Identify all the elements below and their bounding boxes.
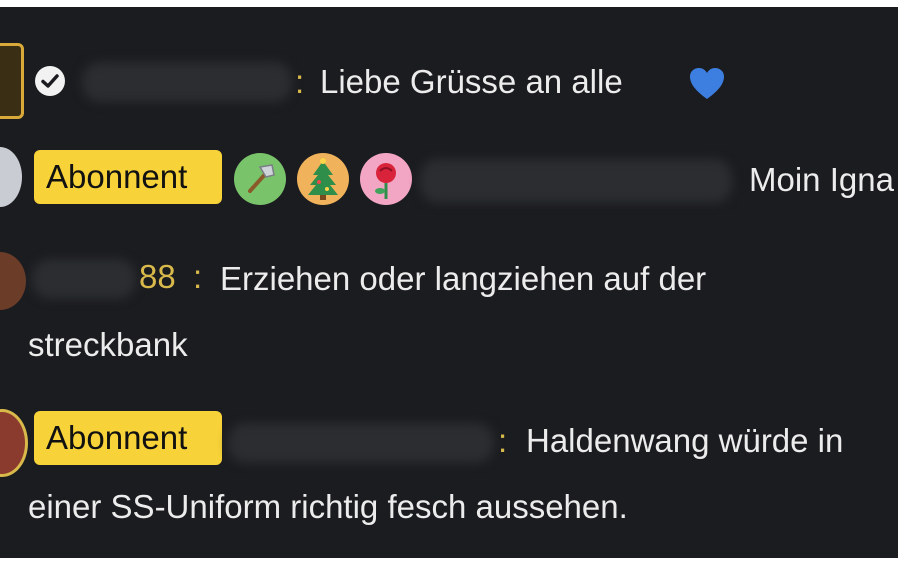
avatar[interactable] [0,409,28,477]
username-suffix[interactable]: 88 [139,257,176,297]
username-redacted[interactable] [228,423,494,463]
subscriber-badge: Abonnent [34,150,222,204]
rose-icon [360,153,412,205]
message-text-line-2: streckbank [28,326,188,363]
username-separator: : [295,63,305,100]
axe-icon [234,153,286,205]
message-text-line-1: Erziehen oder langziehen auf der [220,260,707,297]
avatar[interactable] [0,147,22,207]
christmas-tree-icon [297,153,349,205]
username-separator: : [498,422,508,459]
avatar[interactable] [0,252,26,310]
subscriber-badge: Abonnent [34,411,222,465]
username-redacted[interactable] [32,259,136,299]
message-text-line-1: Haldenwang würde in [526,422,844,459]
message-text-line-2: einer SS-Uniform richtig fesch aussehen. [28,488,628,525]
chat-panel: : Liebe Grüsse an alle Abonnent Moin Ign… [0,7,898,558]
username-redacted[interactable] [420,159,732,203]
message-text: Liebe Grüsse an alle [320,63,623,100]
avatar[interactable] [0,43,24,119]
username-redacted[interactable] [82,62,292,102]
verified-check-icon [35,66,65,96]
message-text: Moin Igna [749,161,894,198]
blue-heart-icon [690,68,724,99]
username-separator: : [193,258,203,295]
